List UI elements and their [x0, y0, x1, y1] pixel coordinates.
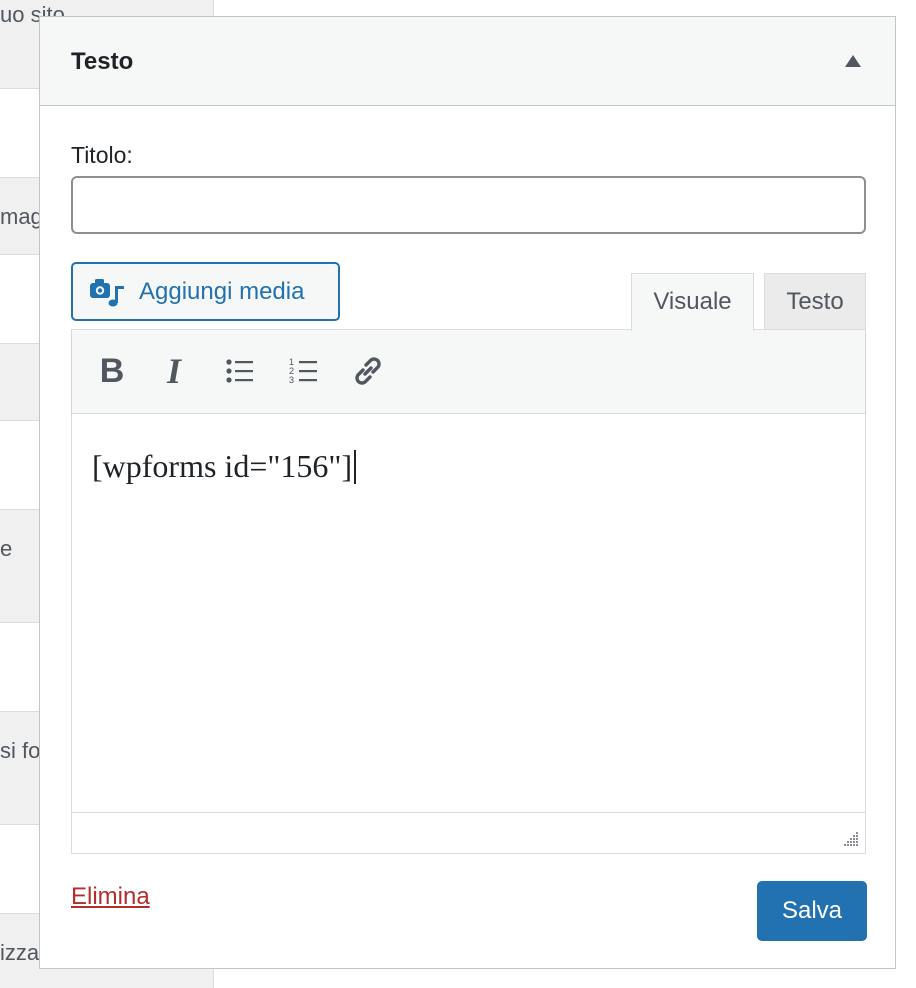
editor-toolbar: B I 1 2 3	[72, 330, 865, 414]
add-media-label: Aggiungi media	[139, 278, 305, 305]
link-icon[interactable]	[346, 349, 390, 393]
widget-title: Testo	[71, 48, 134, 75]
delete-link[interactable]: Elimina	[71, 883, 150, 911]
list-item-label: izza	[0, 940, 40, 965]
text-widget: Testo Titolo: Aggiungi media Visuale Tes…	[39, 16, 896, 969]
tab-visual[interactable]: Visuale	[631, 273, 754, 331]
save-button[interactable]: Salva	[757, 881, 867, 941]
bullet-list-icon[interactable]	[218, 349, 262, 393]
widget-header[interactable]: Testo	[40, 17, 895, 106]
resize-handle-icon[interactable]	[843, 831, 859, 847]
list-item-label: si fo	[0, 738, 41, 763]
rich-text-editor: B I 1 2 3 [wpforms id="156"]	[71, 329, 866, 854]
list-item-label: e	[0, 536, 13, 561]
tab-text[interactable]: Testo	[764, 273, 866, 330]
title-label: Titolo:	[71, 142, 133, 168]
svg-text:3: 3	[289, 375, 294, 385]
editor-content[interactable]: [wpforms id="156"]	[72, 414, 865, 814]
bold-icon[interactable]: B	[90, 349, 134, 393]
chevron-up-icon[interactable]	[845, 55, 861, 67]
content-value: [wpforms id="156"]	[92, 448, 353, 484]
shortcode-text: [wpforms id="156"]	[92, 448, 357, 485]
title-input[interactable]	[71, 176, 866, 234]
italic-icon[interactable]: I	[152, 349, 196, 393]
text-caret	[354, 450, 357, 484]
list-item-label: mag	[0, 204, 43, 229]
media-icon	[90, 279, 124, 307]
editor-statusbar	[72, 812, 865, 853]
numbered-list-icon[interactable]: 1 2 3	[282, 349, 326, 393]
add-media-button[interactable]: Aggiungi media	[71, 262, 340, 321]
